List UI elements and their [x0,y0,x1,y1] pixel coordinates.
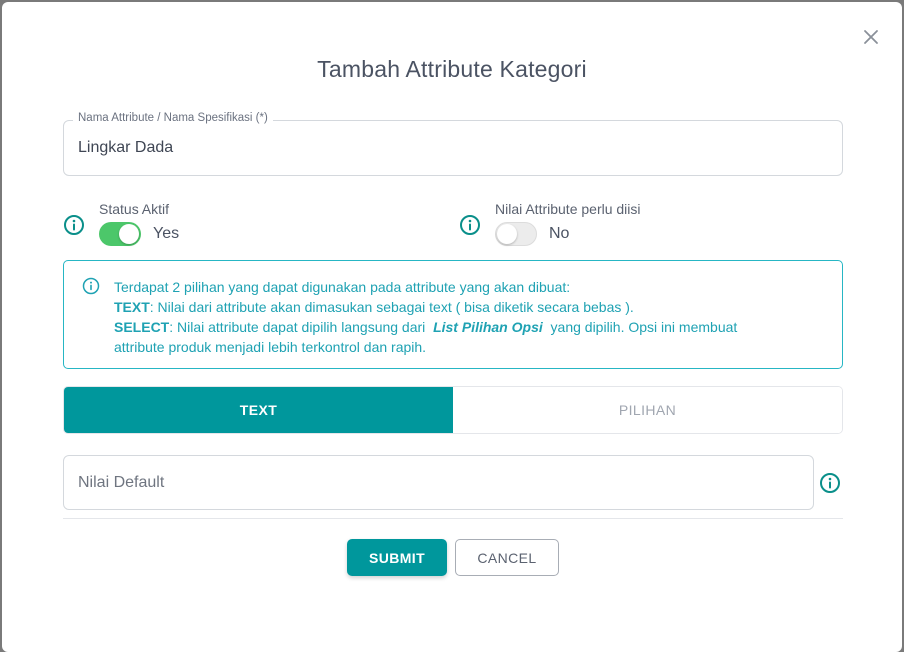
tab-text[interactable]: TEXT [64,387,453,433]
cancel-button[interactable]: CANCEL [455,539,559,576]
info-icon [82,277,100,295]
notice-select-key: SELECT [114,319,170,335]
info-icon[interactable] [63,214,85,236]
notice-select-desc-pre: : Nilai attribute dapat dipilih langsung… [169,319,430,335]
notice-select-link: List Pilihan Opsi [433,319,543,335]
close-icon [864,30,878,44]
submit-button[interactable]: SUBMIT [347,539,447,576]
modal-title: Tambah Attribute Kategori [317,56,587,82]
value-type-tabs: TEXT PILIHAN [63,386,843,434]
nilai-perlu-diisi-state: No [549,225,570,242]
status-aktif-label: Status Aktif [99,201,170,217]
close-button[interactable] [860,26,882,48]
notice-select-desc-post: yang dipilih. Opsi ini membuat [546,319,738,335]
info-notice: Terdapat 2 pilihan yang dapat digunakan … [63,260,843,369]
nilai-perlu-diisi-toggle[interactable] [495,222,537,246]
nilai-perlu-diisi-label: Nilai Attribute perlu diisi [495,201,641,217]
info-icon[interactable] [459,214,481,236]
notice-select-line2: attribute produk menjadi lebih terkontro… [114,339,427,355]
attribute-name-value[interactable]: Lingkar Dada [78,139,173,157]
info-icon[interactable] [819,472,841,494]
notice-text-line: TEXT: Nilai dari attribute akan dimasuka… [114,297,826,317]
tab-pilihan[interactable]: PILIHAN [453,387,842,433]
attribute-name-field[interactable]: Nama Attribute / Nama Spesifikasi (*) Li… [63,112,843,176]
default-value-input[interactable] [63,455,814,510]
status-aktif-toggle[interactable] [99,222,141,246]
nilai-perlu-diisi-group: Nilai Attribute perlu diisi No [495,201,641,246]
add-attribute-modal: Tambah Attribute Kategori Nama Attribute… [2,2,902,652]
notice-intro: Terdapat 2 pilihan yang dapat digunakan … [114,279,571,295]
status-aktif-state: Yes [153,225,180,242]
divider [63,518,843,519]
toggle-knob [119,224,139,244]
toggle-knob [497,224,517,244]
attribute-name-label: Nama Attribute / Nama Spesifikasi (*) [73,112,273,124]
notice-select-line: SELECT: Nilai attribute dapat dipilih la… [114,317,826,337]
notice-text-key: TEXT [114,299,150,315]
notice-text-desc: : Nilai dari attribute akan dimasukan se… [149,299,634,315]
status-aktif-group: Status Aktif Yes [99,201,179,246]
